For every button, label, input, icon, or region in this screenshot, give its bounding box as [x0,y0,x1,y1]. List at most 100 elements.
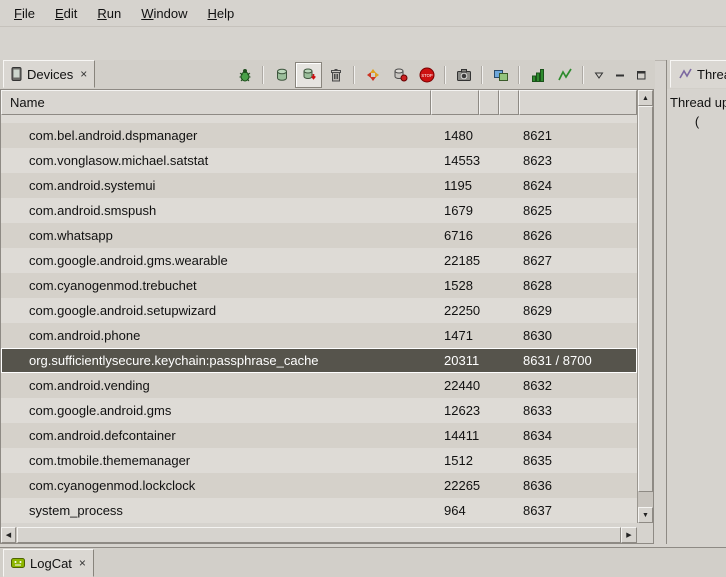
table-row[interactable]: com.vonglasow.michael.satstat14553 8623 [1,148,637,173]
devices-toolbar: STOP [231,62,651,88]
process-name-cell: com.vonglasow.michael.satstat [1,153,431,168]
table-row[interactable]: com.android.smspush16798625 [1,198,637,223]
toolbar-separator [582,66,584,84]
table-row[interactable]: com.tmobile.thememanager15128635 [1,448,637,473]
logcat-bar: LogCat × [0,547,726,577]
port-cell: 8631 / 8700 [519,353,637,368]
threads-view: Threads × Thread up ( [666,60,726,544]
close-icon[interactable]: × [80,68,87,80]
threads-content: Thread up ( [667,89,726,135]
column-header-pid[interactable] [431,90,479,115]
device-table: Name com.bel.android.dspmanager14808621c… [0,89,654,544]
pid-cell: 22265 [431,478,479,493]
port-cell: 8629 [519,303,637,318]
main-toolbar [0,27,726,61]
process-name-cell: com.google.android.gms.wearable [1,253,431,268]
view-menu-icon[interactable] [588,62,609,88]
process-name-cell: org.sufficientlysecure.keychain:passphra… [1,353,431,368]
threads-message: ( [670,114,724,129]
table-row[interactable]: com.google.android.gms.wearable221858627 [1,248,637,273]
menu-item-window[interactable]: Window [131,3,197,24]
method-profiling-icon[interactable] [386,62,413,88]
pid-cell: 1471 [431,328,479,343]
toolbar-separator [481,66,483,84]
port-cell: 8623 [519,153,637,168]
minimize-icon[interactable] [609,62,630,88]
vertical-scrollbar[interactable]: ▲ ▼ [637,90,653,523]
tab-devices[interactable]: Devices × [3,60,95,88]
maximize-icon[interactable] [630,62,651,88]
stop-process-icon[interactable]: STOP [413,62,440,88]
process-name-cell: com.tmobile.thememanager [1,453,431,468]
close-icon[interactable]: × [79,557,86,569]
pid-cell: 1528 [431,278,479,293]
pid-cell: 22440 [431,378,479,393]
table-row[interactable]: com.android.vending224408632 [1,373,637,398]
column-header-name[interactable]: Name [1,90,431,115]
port-cell: 8628 [519,278,637,293]
process-name-cell: com.bel.android.dspmanager [1,128,431,143]
horizontal-scrollbar-thumb[interactable] [17,527,621,543]
column-header[interactable] [479,90,499,115]
scroll-left-button[interactable]: ◀ [1,527,16,543]
tab-label: Threads [697,67,726,82]
scroll-down-button[interactable]: ▼ [638,507,653,523]
menu-item-run[interactable]: Run [87,3,131,24]
svg-text:STOP: STOP [421,73,433,78]
devices-tabbar: Devices × STOP [0,60,655,89]
menu-item-edit[interactable]: Edit [45,3,87,24]
table-header: Name [1,90,637,115]
threads-chart-icon[interactable] [551,62,578,88]
threads-message: Thread up [670,95,724,110]
table-row[interactable]: com.cyanogenmod.lockclock222658636 [1,473,637,498]
port-cell: 8636 [519,478,637,493]
dump-hprof-icon[interactable] [295,62,322,88]
scroll-right-button[interactable]: ▶ [621,527,637,543]
pid-cell: 14553 [431,153,479,168]
process-name-cell: system_process [1,503,431,518]
column-header[interactable] [499,90,519,115]
screen-capture-icon[interactable] [450,62,477,88]
update-heap-icon[interactable] [268,62,295,88]
process-name-cell: com.android.defcontainer [1,428,431,443]
tab-label: LogCat [30,556,72,571]
table-row[interactable]: com.cyanogenmod.trebuchet1528 8628 [1,273,637,298]
toolbar-separator [518,66,520,84]
pid-cell: 1679 [431,203,479,218]
table-row[interactable]: com.android.phone14718630 [1,323,637,348]
partial-row [1,115,637,123]
menu-item-help[interactable]: Help [197,3,244,24]
port-cell: 8637 [519,503,637,518]
update-threads-icon[interactable] [359,62,386,88]
process-name-cell: com.android.vending [1,378,431,393]
pid-cell: 1195 [431,178,479,193]
port-cell: 8634 [519,428,637,443]
menu-item-file[interactable]: File [4,3,45,24]
tab-threads[interactable]: Threads × [670,60,726,88]
heap-columns-icon[interactable] [524,62,551,88]
port-cell: 8624 [519,178,637,193]
column-header-ports[interactable] [519,90,637,115]
table-row[interactable]: com.bel.android.dspmanager14808621 [1,123,637,148]
table-row[interactable]: org.sufficientlysecure.keychain:passphra… [1,348,637,373]
table-row[interactable]: system_process9648637 [1,498,637,523]
table-row[interactable]: com.android.systemui1195 8624 [1,173,637,198]
table-row[interactable]: com.google.android.gms126238633 [1,398,637,423]
process-name-cell: com.whatsapp [1,228,431,243]
horizontal-scrollbar[interactable]: ◀ ▶ [1,527,637,543]
capture-hierarchy-icon[interactable] [487,62,514,88]
menu-bar: FileEditRunWindowHelp [0,0,726,27]
vertical-scrollbar-thumb[interactable] [638,106,653,492]
table-row[interactable]: com.android.defcontainer144118634 [1,423,637,448]
table-row[interactable]: com.whatsapp67168626 [1,223,637,248]
process-name-cell: com.cyanogenmod.trebuchet [1,278,431,293]
table-row[interactable]: com.google.android.setupwizard222508629 [1,298,637,323]
port-cell: 8635 [519,453,637,468]
debug-icon[interactable] [231,62,258,88]
devices-view: Devices × STOP Name com.bel.android.dspm… [0,60,655,544]
tab-logcat[interactable]: LogCat × [3,549,94,577]
pid-cell: 22250 [431,303,479,318]
process-name-cell: com.android.systemui [1,178,431,193]
gc-trash-icon[interactable] [322,62,349,88]
scroll-up-button[interactable]: ▲ [638,90,653,106]
